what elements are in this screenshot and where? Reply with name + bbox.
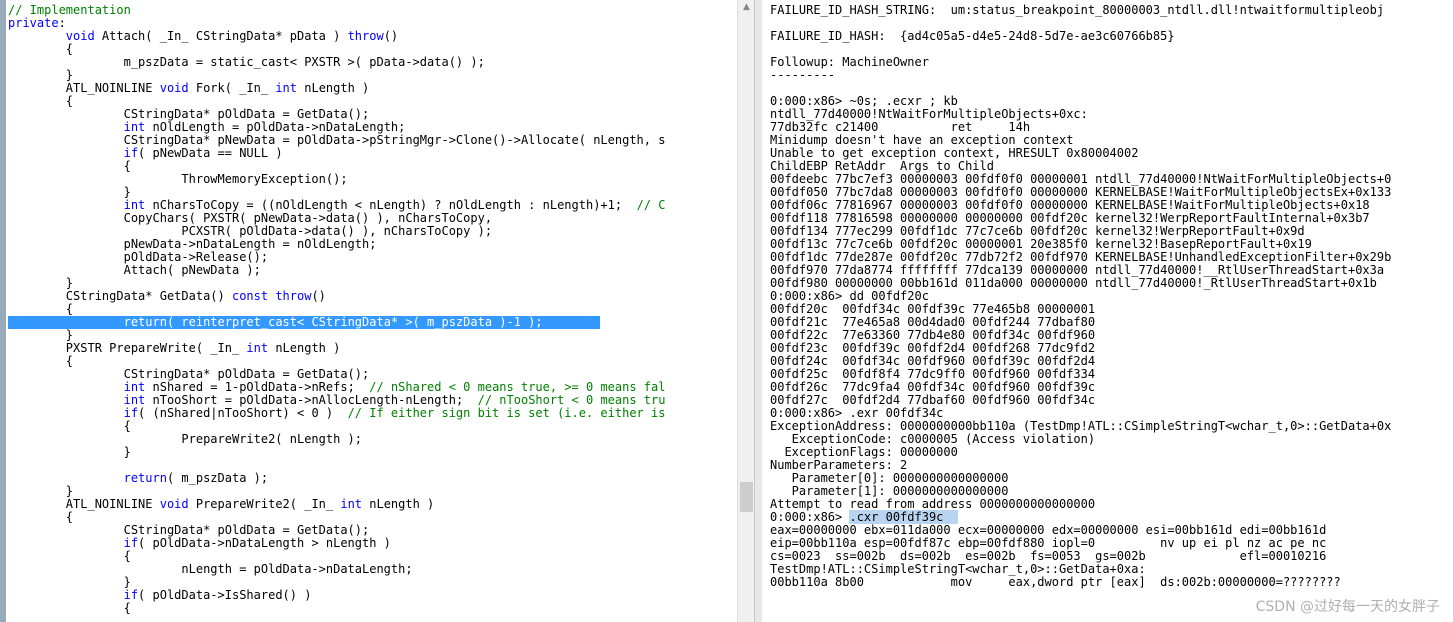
scroll-up-arrow-icon[interactable]: ▲	[741, 2, 752, 13]
code-line[interactable]: // Implementation	[8, 4, 737, 17]
debugger-output-pane[interactable]: FAILURE_ID_HASH_STRING: um:status_breakp…	[762, 0, 1453, 622]
source-vertical-scrollbar[interactable]: ▲	[737, 0, 755, 622]
code-line[interactable]: Attach( pNewData );	[8, 264, 737, 277]
code-line-highlighted[interactable]: return( reinterpret_cast< CStringData* >…	[8, 316, 600, 329]
debugger-line: 00bb110a 8b00 mov eax,dword ptr [eax] ds…	[770, 575, 1341, 589]
debugger-line: Followup: MachineOwner	[770, 55, 929, 69]
code-line[interactable]: return( m_pszData );	[8, 472, 737, 485]
csdn-watermark: CSDN @过好每一天的女胖子	[1252, 596, 1443, 616]
debugger-line: ---------	[770, 68, 836, 82]
scrollbar-thumb[interactable]	[740, 482, 753, 512]
code-line[interactable]: }	[8, 446, 737, 459]
code-line[interactable]: PXSTR PrepareWrite( _In_ int nLength )	[8, 342, 737, 355]
source-editor-pane[interactable]: // Implementation private: void Attach( _…	[0, 0, 737, 622]
code-line[interactable]: CStringData* GetData() const throw()	[8, 290, 737, 303]
code-line[interactable]: ATL_NOINLINE void PrepareWrite2( _In_ in…	[8, 498, 737, 511]
debugger-line: FAILURE_ID_HASH_STRING: um:status_breakp…	[770, 3, 1385, 17]
code-line[interactable]: m_pszData = static_cast< PXSTR >( pData-…	[8, 56, 737, 69]
selected-command[interactable]: .cxr 00fdf39c	[849, 510, 958, 524]
code-line[interactable]: {	[8, 602, 737, 615]
debugger-line: FAILURE_ID_HASH: {ad4c05a5-d4e5-24d8-5d7…	[770, 29, 1175, 43]
source-code[interactable]: // Implementation private: void Attach( _…	[6, 0, 737, 615]
code-line[interactable]: ATL_NOINLINE void Fork( _In_ int nLength…	[8, 82, 737, 95]
code-line[interactable]: void Attach( _In_ CStringData* pData ) t…	[8, 30, 737, 43]
debugger-output[interactable]: FAILURE_ID_HASH_STRING: um:status_breakp…	[762, 0, 1453, 589]
